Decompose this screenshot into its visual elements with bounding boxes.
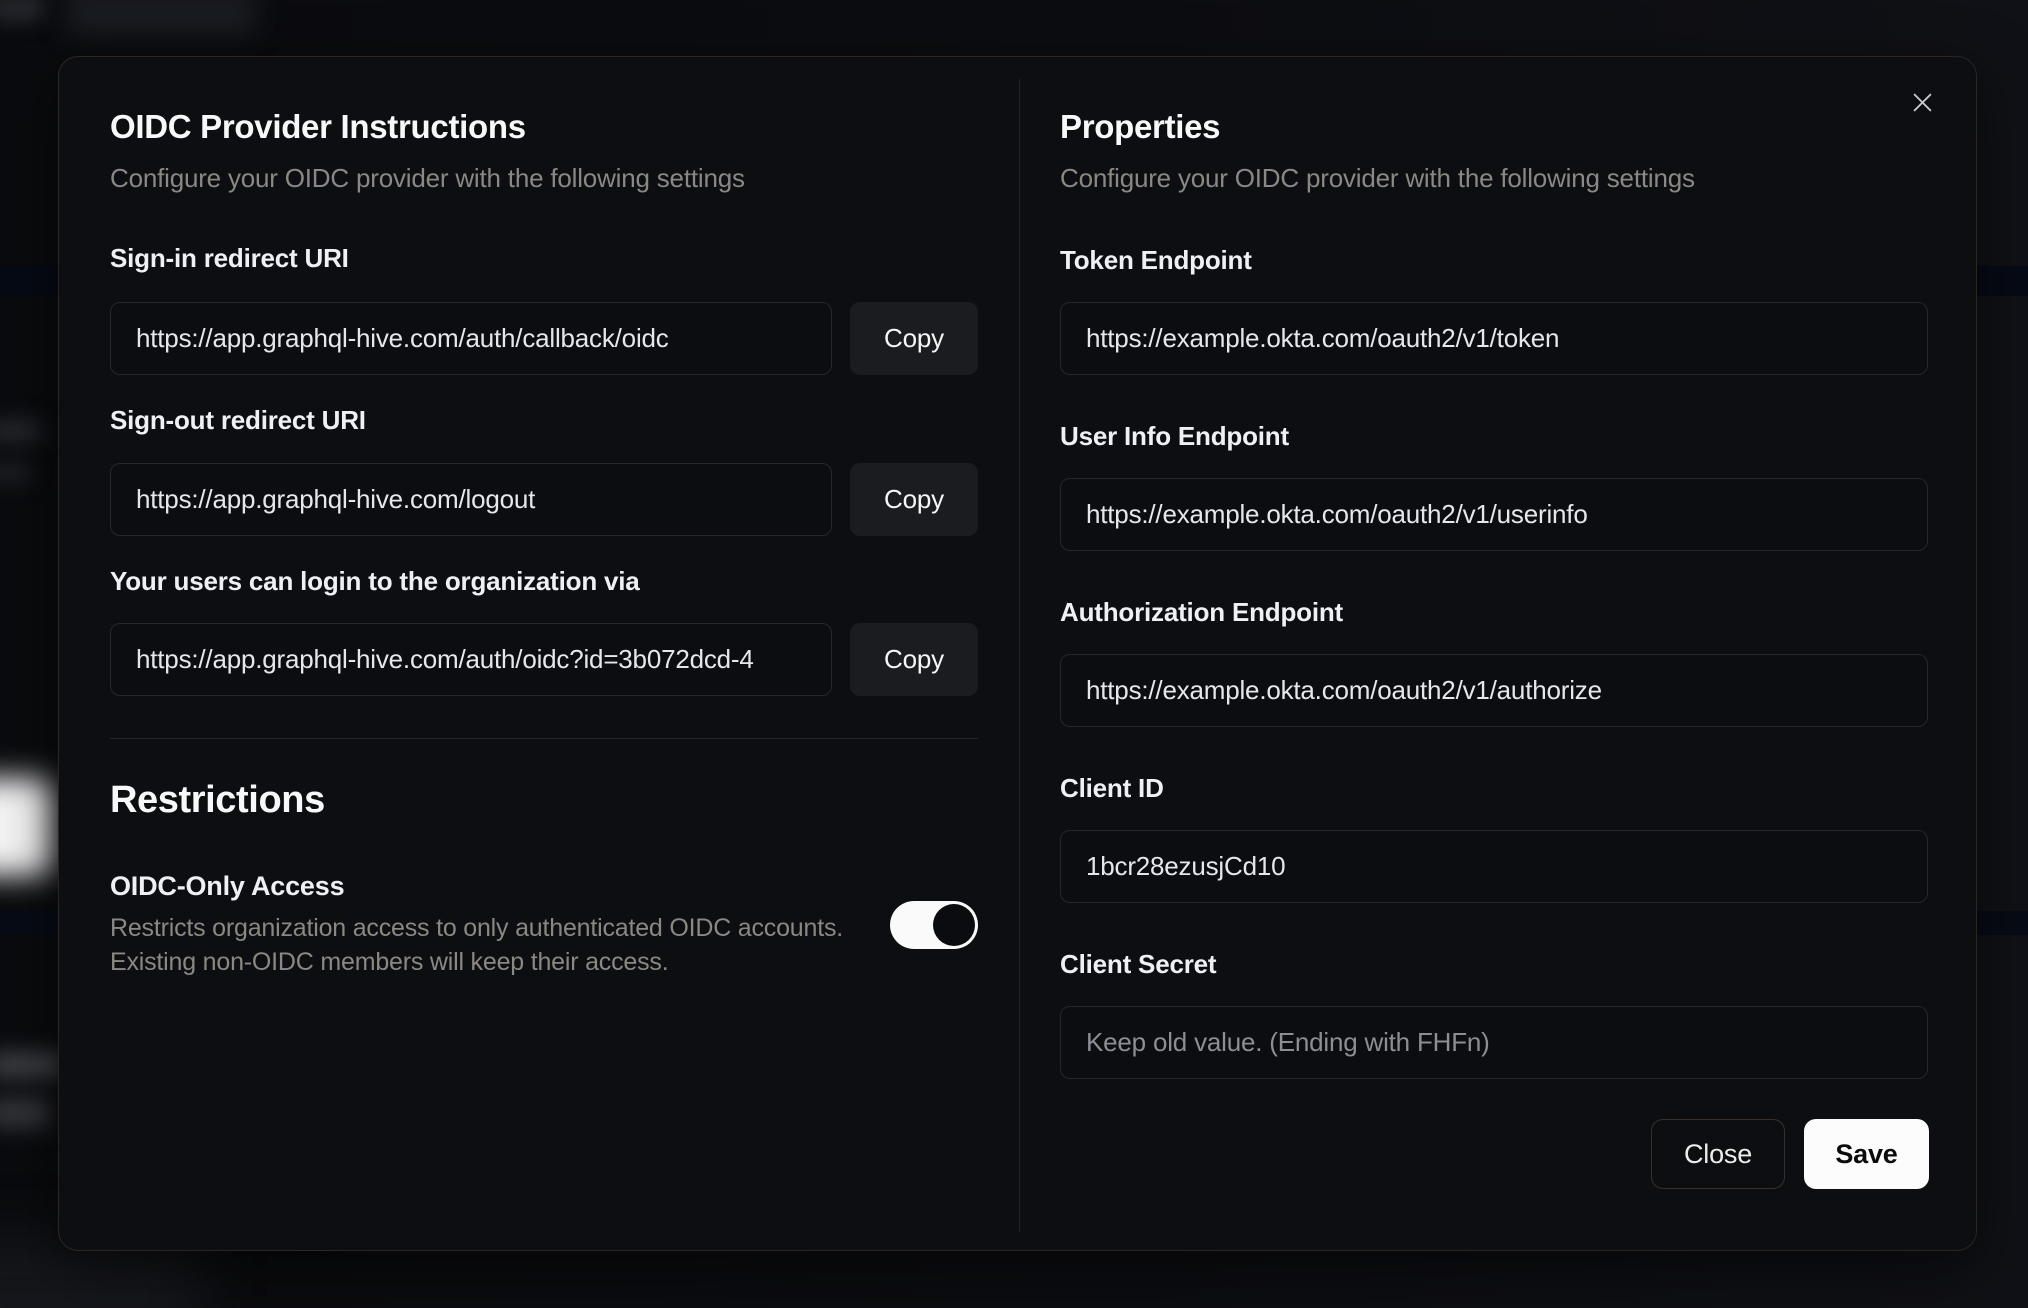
authorization-endpoint-input[interactable]	[1060, 654, 1928, 727]
backdrop-blurred-element	[66, 0, 256, 34]
client-secret-input[interactable]	[1060, 1006, 1928, 1079]
instructions-subtitle: Configure your OIDC provider with the fo…	[110, 163, 745, 193]
signin-redirect-uri-label: Sign-in redirect URI	[110, 243, 349, 273]
backdrop-blurred-text	[0, 1052, 64, 1078]
properties-title: Properties	[1060, 108, 1221, 145]
token-endpoint-input[interactable]	[1060, 302, 1928, 375]
column-divider	[1019, 79, 1020, 1232]
description-line: Restricts organization access to only au…	[110, 914, 844, 942]
close-button[interactable]: Close	[1651, 1119, 1785, 1189]
backdrop-blurred-white-button	[0, 778, 54, 876]
oidc-only-access-label: OIDC-Only Access	[110, 871, 345, 901]
client-secret-label: Client Secret	[1060, 949, 1217, 979]
copy-login-uri-button[interactable]: Copy	[850, 623, 978, 696]
user-info-endpoint-label: User Info Endpoint	[1060, 421, 1289, 451]
restrictions-divider	[110, 738, 978, 739]
restrictions-title: Restrictions	[110, 779, 325, 821]
signin-redirect-uri-input[interactable]	[110, 302, 832, 375]
oidc-only-access-description: Restricts organization access to only au…	[110, 911, 850, 979]
organization-login-uri-label: Your users can login to the organization…	[110, 566, 640, 596]
token-endpoint-label: Token Endpoint	[1060, 245, 1252, 275]
close-x-icon	[1909, 89, 1936, 116]
backdrop-blurred-text	[0, 420, 40, 442]
copy-signin-uri-button[interactable]: Copy	[850, 302, 978, 375]
oidc-settings-modal: OIDC Provider Instructions Configure you…	[58, 56, 1977, 1251]
signout-redirect-uri-label: Sign-out redirect URI	[110, 405, 366, 435]
properties-subtitle: Configure your OIDC provider with the fo…	[1060, 163, 1695, 193]
authorization-endpoint-label: Authorization Endpoint	[1060, 597, 1343, 627]
oidc-only-access-toggle[interactable]	[890, 901, 978, 949]
user-info-endpoint-input[interactable]	[1060, 478, 1928, 551]
save-button[interactable]: Save	[1804, 1119, 1929, 1189]
copy-signout-uri-button[interactable]: Copy	[850, 463, 978, 536]
page-background: OIDC Provider Instructions Configure you…	[0, 0, 2028, 1308]
organization-login-uri-input[interactable]	[110, 623, 832, 696]
backdrop-blurred-element	[0, 0, 44, 22]
backdrop-blurred-text	[0, 1098, 50, 1128]
description-line: Existing non-OIDC members will keep thei…	[110, 948, 669, 976]
instructions-title: OIDC Provider Instructions	[110, 108, 526, 145]
modal-close-button[interactable]	[1897, 77, 1947, 127]
client-id-input[interactable]	[1060, 830, 1928, 903]
signout-redirect-uri-input[interactable]	[110, 463, 832, 536]
client-id-label: Client ID	[1060, 773, 1164, 803]
toggle-knob	[933, 904, 975, 946]
backdrop-blurred-text	[0, 464, 30, 482]
